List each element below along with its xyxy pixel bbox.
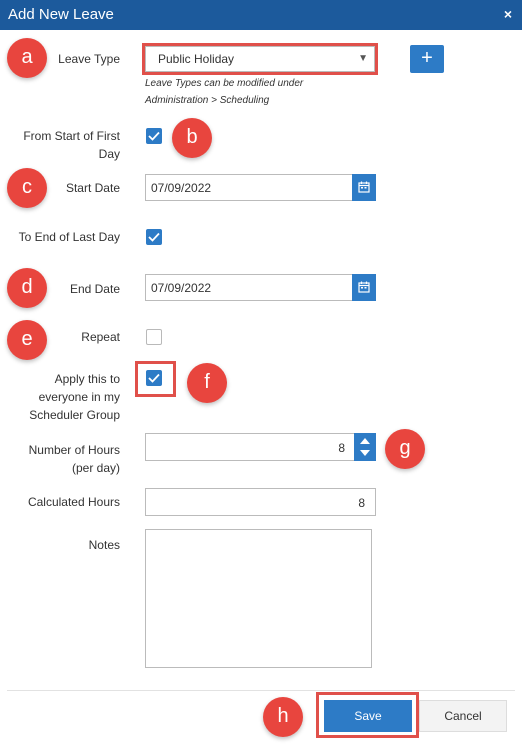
dialog-title: Add New Leave — [8, 6, 114, 23]
dialog-title-bar: Add New Leave × — [0, 0, 522, 30]
hours-increment-button[interactable] — [354, 433, 376, 447]
callout-f: f — [187, 363, 227, 403]
callout-d: d — [7, 268, 47, 308]
hours-value: 8 — [338, 441, 345, 455]
apply-all-label-line1: Apply this to — [54, 372, 120, 386]
hours-decrement-button[interactable] — [354, 447, 376, 461]
callout-g: g — [385, 429, 425, 469]
arrow-up-icon — [360, 438, 370, 444]
hours-label: Number of Hours (per day) — [10, 441, 120, 477]
calculated-hours-field: 8 — [145, 488, 376, 516]
calendar-icon — [358, 281, 370, 293]
callout-e: e — [7, 320, 47, 360]
cancel-button[interactable]: Cancel — [419, 700, 507, 732]
start-date-input[interactable]: 07/09/2022 — [145, 174, 376, 201]
calculated-label: Calculated Hours — [27, 495, 120, 509]
apply-all-label: Apply this to everyone in my Scheduler G… — [10, 370, 120, 424]
end-date-value: 07/09/2022 — [151, 281, 212, 295]
leave-type-hint-line2: Administration > Scheduling — [145, 95, 270, 106]
arrow-down-icon — [360, 450, 370, 456]
leave-type-label: Leave Type — [58, 52, 120, 66]
apply-all-label-line2: everyone in my — [38, 390, 120, 404]
hours-label-line2: (per day) — [71, 461, 120, 475]
callout-a: a — [7, 38, 47, 78]
notes-label: Notes — [88, 538, 120, 552]
check-icon — [148, 373, 160, 383]
start-date-value: 07/09/2022 — [151, 181, 212, 195]
hours-label-line1: Number of Hours — [28, 443, 120, 457]
leave-type-select[interactable]: Public Holiday ▼ — [145, 46, 375, 72]
callout-h: h — [263, 697, 303, 737]
apply-all-checkbox[interactable] — [146, 370, 162, 386]
callout-c: c — [7, 168, 47, 208]
chevron-down-icon: ▼ — [358, 53, 368, 64]
repeat-checkbox[interactable] — [146, 329, 162, 345]
hours-spinner — [354, 433, 376, 461]
to-end-label: To End of Last Day — [18, 230, 120, 244]
end-date-label: End Date — [69, 282, 120, 296]
from-start-label-line1: From Start of First — [23, 129, 120, 143]
close-icon[interactable]: × — [504, 6, 512, 22]
callout-b: b — [172, 118, 212, 158]
from-start-label-line2: Day — [98, 147, 120, 161]
repeat-label: Repeat — [81, 330, 120, 344]
calendar-icon — [358, 181, 370, 193]
leave-type-hint-line1: Leave Types can be modified under — [145, 78, 304, 89]
to-end-checkbox[interactable] — [146, 229, 162, 245]
leave-type-value: Public Holiday — [158, 52, 235, 66]
check-icon — [148, 232, 160, 242]
footer-divider — [7, 690, 515, 691]
check-icon — [148, 131, 160, 141]
notes-textarea[interactable] — [145, 529, 372, 668]
from-start-label: From Start of First Day — [10, 127, 120, 163]
end-date-input[interactable]: 07/09/2022 — [145, 274, 376, 301]
end-date-picker-button[interactable] — [352, 274, 376, 301]
start-date-label: Start Date — [65, 181, 120, 195]
start-date-picker-button[interactable] — [352, 174, 376, 201]
apply-all-label-line3: Scheduler Group — [29, 408, 120, 422]
from-start-checkbox[interactable] — [146, 128, 162, 144]
add-leave-type-button[interactable]: + — [410, 45, 444, 73]
hours-input[interactable]: 8 — [145, 433, 376, 461]
calculated-hours-value: 8 — [358, 496, 365, 510]
save-button[interactable]: Save — [324, 700, 412, 732]
